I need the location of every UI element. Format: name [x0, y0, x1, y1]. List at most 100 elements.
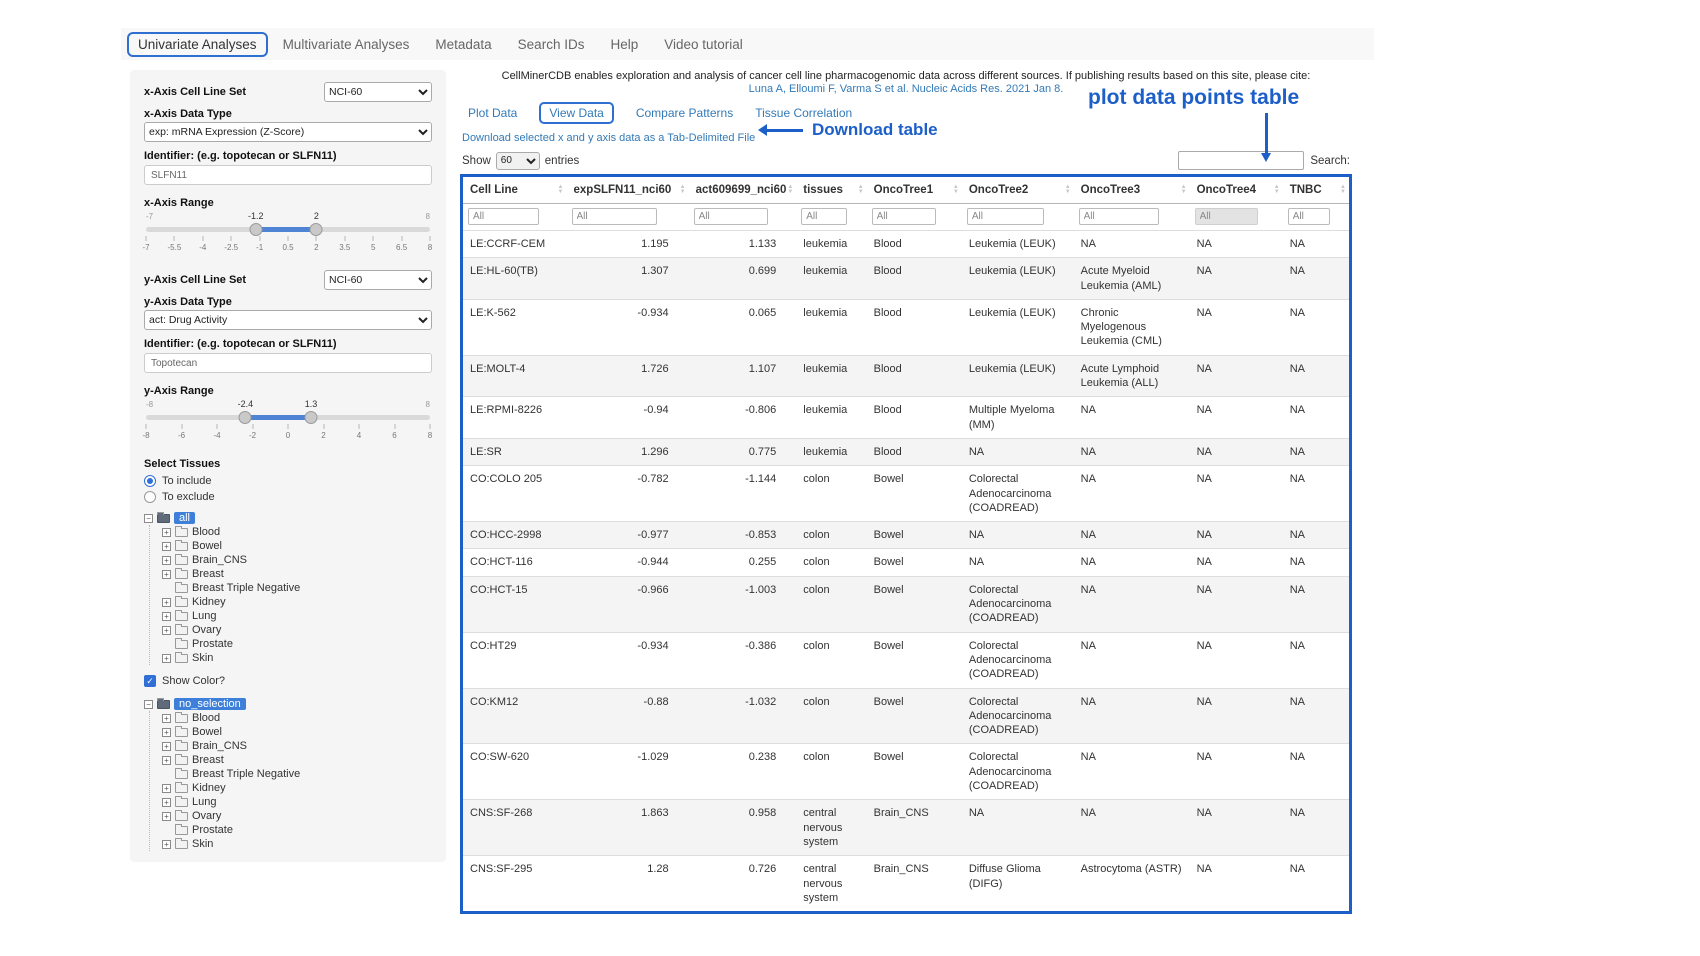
table-row[interactable]: CO:HCT-116 -0.944 0.255 colon Bowel NA N… — [463, 549, 1349, 576]
entries-select[interactable]: 60 — [496, 152, 540, 170]
column-filter-input[interactable] — [1195, 208, 1258, 225]
expand-icon[interactable] — [162, 612, 171, 621]
column-header[interactable]: OncoTree3 — [1074, 177, 1190, 204]
range-handle-high[interactable] — [310, 223, 323, 236]
table-row[interactable]: LE:SR 1.296 0.775 leukemia Blood NA NA N… — [463, 438, 1349, 465]
sort-icon[interactable] — [1181, 185, 1187, 195]
x-axis-range-slider[interactable]: -78-1.22-7-5.5-4-2.5-10.523.556.58 — [146, 212, 430, 258]
nav-tab[interactable]: Metadata — [424, 32, 502, 57]
table-row[interactable]: CO:KM12 -0.88 -1.032 colon Bowel Colorec… — [463, 688, 1349, 744]
table-row[interactable]: CNS:SF-268 1.863 0.958 central nervous s… — [463, 800, 1349, 856]
table-row[interactable]: CO:HCT-15 -0.966 -1.003 colon Bowel Colo… — [463, 576, 1349, 632]
table-row[interactable]: CO:HCC-2998 -0.977 -0.853 colon Bowel NA… — [463, 522, 1349, 549]
column-header[interactable]: Cell Line — [463, 177, 567, 204]
y-data-type-select[interactable]: act: Drug Activity — [144, 310, 432, 330]
table-row[interactable]: CO:SW-620 -1.029 0.238 colon Bowel Color… — [463, 744, 1349, 800]
tree-item[interactable]: Skin — [162, 651, 432, 665]
column-header[interactable]: expSLFN11_nci60 — [567, 177, 689, 204]
tree-item[interactable]: Brain_CNS — [162, 739, 432, 753]
x-identifier-input[interactable] — [144, 165, 432, 185]
tree-item[interactable]: Prostate — [162, 637, 432, 651]
column-filter-input[interactable] — [1079, 208, 1160, 225]
tree-item[interactable]: Breast — [162, 567, 432, 581]
table-row[interactable]: LE:CCRF-CEM 1.195 1.133 leukemia Blood L… — [463, 231, 1349, 258]
expand-icon[interactable] — [162, 784, 171, 793]
column-header[interactable]: OncoTree1 — [867, 177, 962, 204]
content-tab[interactable]: Plot Data — [468, 106, 517, 120]
tree-item[interactable]: Blood — [162, 525, 432, 539]
collapse-icon[interactable] — [144, 514, 153, 523]
radio-icon[interactable] — [144, 475, 156, 487]
column-header[interactable]: TNBC — [1283, 177, 1349, 204]
y-identifier-input[interactable] — [144, 353, 432, 373]
expand-icon[interactable] — [162, 556, 171, 565]
tree-item[interactable]: Kidney — [162, 595, 432, 609]
x-cell-line-set-select[interactable]: NCI-60 — [324, 82, 432, 102]
table-row[interactable]: LE:MOLT-4 1.726 1.107 leukemia Blood Leu… — [463, 355, 1349, 397]
radio-to-exclude[interactable]: To exclude — [144, 489, 432, 505]
radio-to-include[interactable]: To include — [144, 473, 432, 489]
range-handle-low[interactable] — [249, 223, 262, 236]
expand-icon[interactable] — [162, 654, 171, 663]
sort-icon[interactable] — [1340, 185, 1346, 195]
tree-item[interactable]: Lung — [162, 795, 432, 809]
expand-icon[interactable] — [162, 714, 171, 723]
column-filter-input[interactable] — [872, 208, 937, 225]
column-header[interactable]: tissues — [796, 177, 866, 204]
show-color-checkbox-row[interactable]: Show Color? — [144, 673, 432, 689]
sort-icon[interactable] — [680, 185, 686, 195]
y-axis-range-slider[interactable]: -88-2.41.3-8-6-4-202468 — [146, 400, 430, 446]
content-tab[interactable]: Compare Patterns — [636, 106, 733, 120]
column-header[interactable]: OncoTree4 — [1190, 177, 1283, 204]
column-header[interactable]: act609699_nci60 — [689, 177, 797, 204]
checkbox-checked-icon[interactable] — [144, 675, 156, 687]
column-header[interactable]: OncoTree2 — [962, 177, 1074, 204]
table-row[interactable]: CNS:SF-295 1.28 0.726 central nervous sy… — [463, 856, 1349, 911]
tree-root-label[interactable]: no_selection — [174, 698, 246, 710]
content-tab[interactable]: View Data — [539, 102, 613, 124]
tree-item[interactable]: Brain_CNS — [162, 553, 432, 567]
tree-item[interactable]: Ovary — [162, 623, 432, 637]
nav-tab[interactable]: Multivariate Analyses — [272, 32, 421, 57]
tree-item[interactable]: Bowel — [162, 725, 432, 739]
column-filter-input[interactable] — [967, 208, 1044, 225]
download-link[interactable]: Download selected x and y axis data as a… — [462, 132, 755, 144]
sort-icon[interactable] — [787, 185, 793, 195]
nav-tab[interactable]: Search IDs — [507, 32, 596, 57]
tree-item[interactable]: Breast Triple Negative — [162, 767, 432, 781]
range-handle-high[interactable] — [305, 411, 318, 424]
expand-icon[interactable] — [162, 840, 171, 849]
column-filter-input[interactable] — [572, 208, 657, 225]
table-row[interactable]: LE:RPMI-8226 -0.94 -0.806 leukemia Blood… — [463, 397, 1349, 439]
expand-icon[interactable] — [162, 626, 171, 635]
sort-icon[interactable] — [558, 185, 564, 195]
tree-item[interactable]: Skin — [162, 837, 432, 851]
expand-icon[interactable] — [162, 798, 171, 807]
table-row[interactable]: CO:COLO 205 -0.782 -1.144 colon Bowel Co… — [463, 466, 1349, 522]
range-handle-low[interactable] — [239, 411, 252, 424]
column-filter-input[interactable] — [694, 208, 768, 225]
table-row[interactable]: CO:HT29 -0.934 -0.386 colon Bowel Colore… — [463, 632, 1349, 688]
tree-root[interactable]: no_selection — [144, 697, 432, 711]
expand-icon[interactable] — [162, 728, 171, 737]
collapse-icon[interactable] — [144, 700, 153, 709]
nav-tab[interactable]: Video tutorial — [653, 32, 754, 57]
sort-icon[interactable] — [858, 185, 864, 195]
sort-icon[interactable] — [953, 185, 959, 195]
tree-item[interactable]: Lung — [162, 609, 432, 623]
column-filter-input[interactable] — [801, 208, 847, 225]
tree-item[interactable]: Breast — [162, 753, 432, 767]
table-row[interactable]: LE:K-562 -0.934 0.065 leukemia Blood Leu… — [463, 299, 1349, 355]
tree-root[interactable]: all — [144, 511, 432, 525]
radio-icon[interactable] — [144, 491, 156, 503]
sort-icon[interactable] — [1274, 185, 1280, 195]
nav-tab[interactable]: Univariate Analyses — [127, 32, 268, 57]
expand-icon[interactable] — [162, 570, 171, 579]
sort-icon[interactable] — [1065, 185, 1071, 195]
x-data-type-select[interactable]: exp: mRNA Expression (Z-Score) — [144, 122, 432, 142]
expand-icon[interactable] — [162, 812, 171, 821]
tree-item[interactable]: Kidney — [162, 781, 432, 795]
tree-item[interactable]: Prostate — [162, 823, 432, 837]
expand-icon[interactable] — [162, 742, 171, 751]
tree-root-label[interactable]: all — [174, 512, 195, 524]
